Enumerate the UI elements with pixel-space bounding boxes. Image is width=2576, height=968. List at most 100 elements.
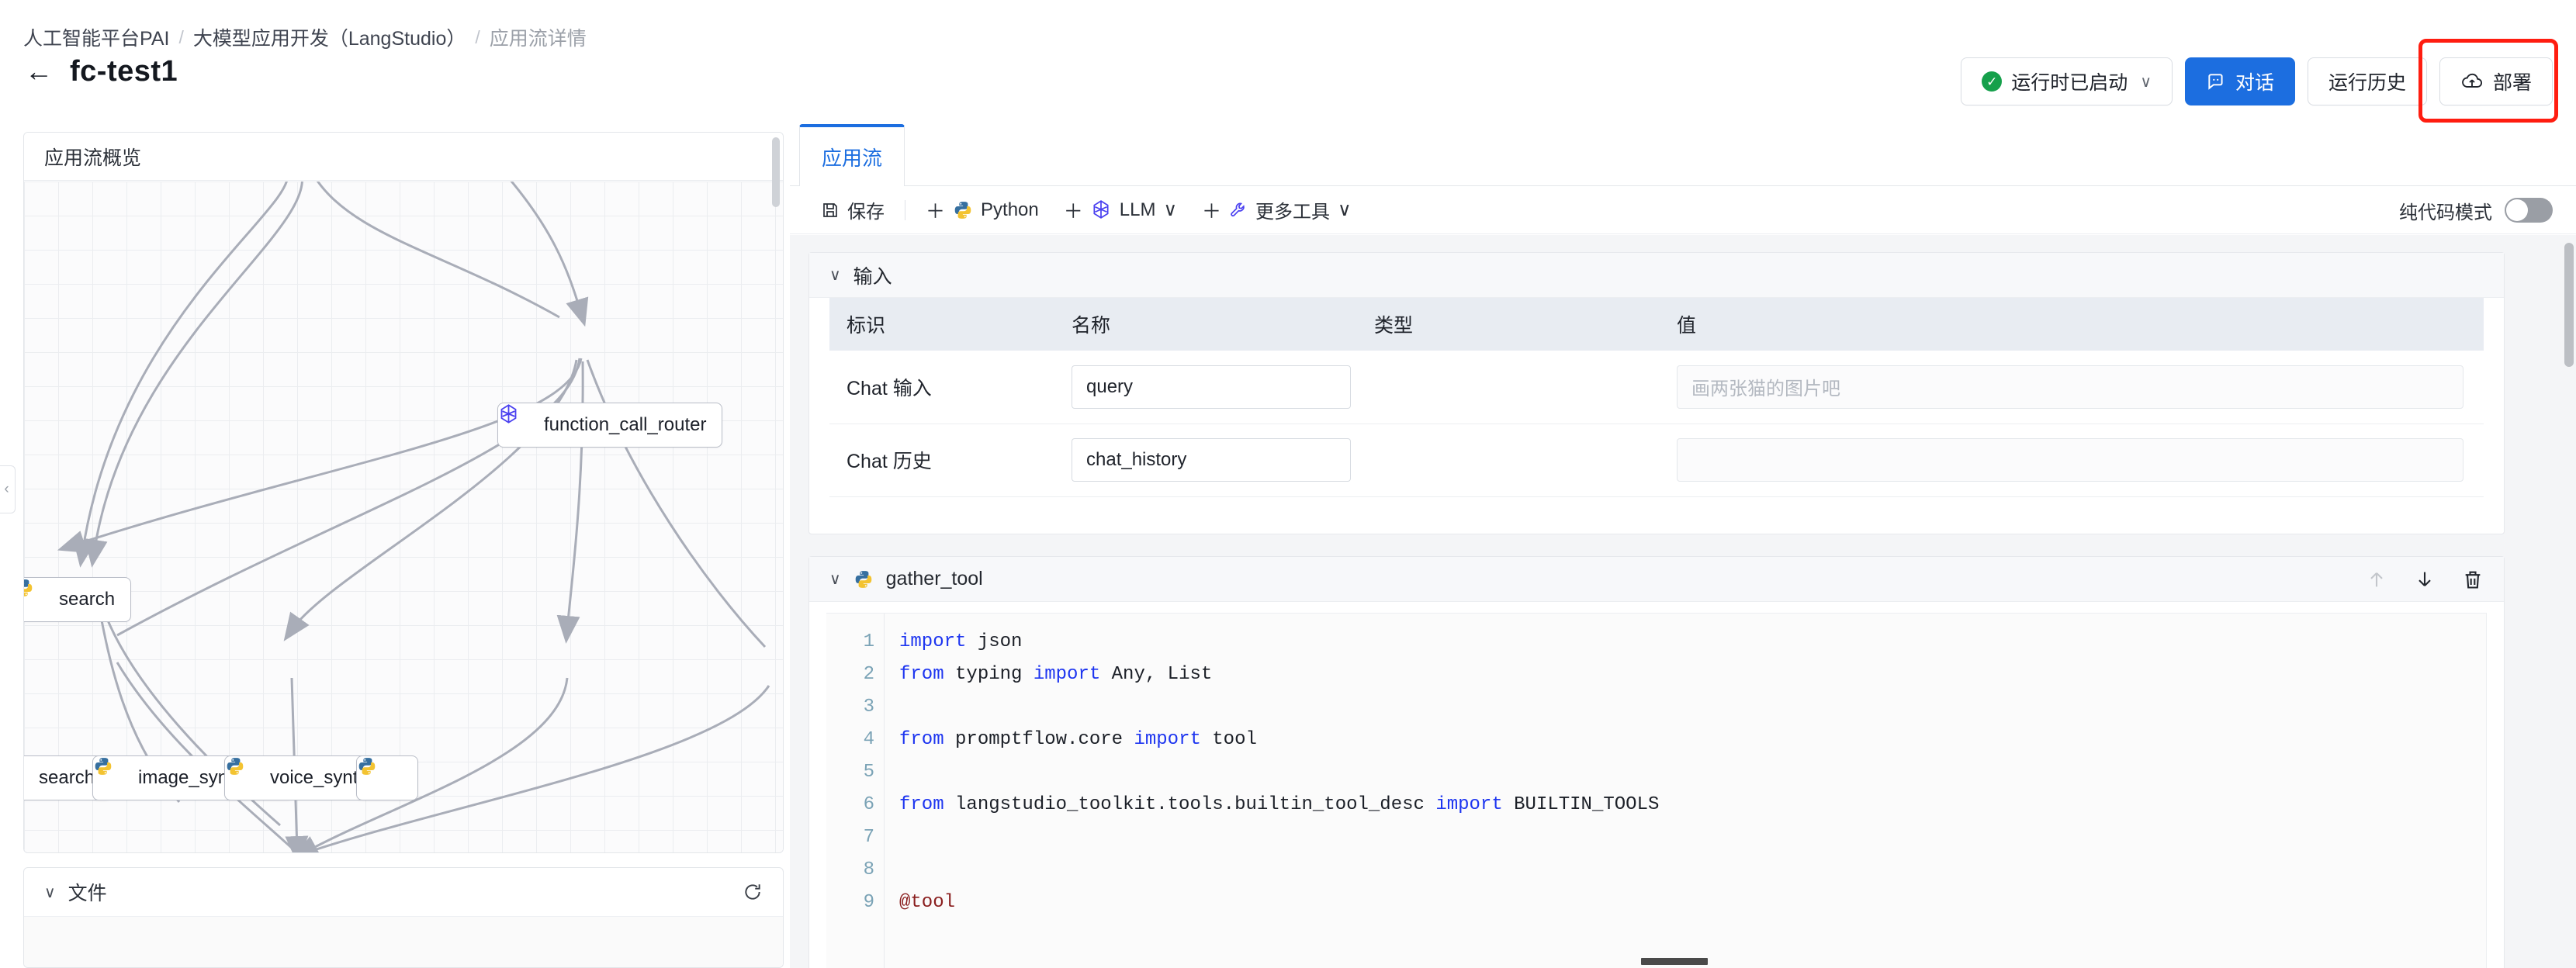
gather-tool-actions (2366, 568, 2484, 591)
toggle-knob (2506, 199, 2528, 221)
add-llm-label: LLM (1119, 199, 1156, 220)
cell-type (1357, 424, 1660, 497)
chevron-down-icon[interactable]: ∨ (44, 883, 56, 902)
cell-flag: Chat 输入 (829, 351, 1054, 424)
chat-button[interactable]: 对话 (2184, 57, 2295, 105)
table-row: Chat 输入 query 画两张猫的图片吧 (829, 351, 2484, 424)
flow-toolbar: 保存 ＋ Python ＋ LLM ∨ ＋ 更多工具 ∨ 纯代码模式 (790, 186, 2576, 234)
input-name-field[interactable]: query (1072, 365, 1351, 409)
flow-canvas[interactable]: function_call_router search search image… (24, 182, 783, 852)
add-more-tools-button[interactable]: ＋ 更多工具 ∨ (1189, 193, 1364, 227)
files-panel-body (24, 916, 783, 967)
chevron-down-icon: ∨ (2140, 73, 2152, 91)
graph-node-label: search (59, 589, 116, 610)
col-header-flag: 标识 (829, 298, 1054, 351)
plus-icon: ＋ (1202, 200, 1222, 223)
files-panel-header[interactable]: ∨ 文件 (24, 868, 783, 916)
right-panel-scrollbar-thumb[interactable] (2564, 243, 2574, 367)
python-icon (953, 200, 973, 220)
refresh-icon[interactable] (743, 882, 763, 902)
gather-tool-title: gather_tool (885, 568, 983, 589)
llm-icon (500, 404, 535, 436)
input-name-value: chat_history (1086, 449, 1187, 470)
code-editor[interactable]: 1 import json 2 from typing import Any, Li… (826, 613, 2487, 968)
input-section-title: 输入 (853, 265, 892, 288)
cell-type (1357, 351, 1660, 424)
main-content: 应用流概览 function_call_router search search… (0, 124, 2576, 968)
runtime-status-button[interactable]: ✓ 运行时已启动 ∨ (1961, 57, 2173, 105)
llm-icon (1091, 199, 1112, 220)
input-section-header[interactable]: ∨ 输入 (809, 253, 2504, 298)
col-header-name: 名称 (1054, 298, 1357, 351)
trash-icon[interactable] (2462, 568, 2484, 591)
breadcrumb-item-2: 应用流详情 (489, 28, 587, 50)
chevron-down-icon: ∨ (1163, 199, 1178, 220)
cell-value: 画两张猫的图片吧 (1660, 351, 2484, 424)
gather-tool-header[interactable]: ∨ gather_tool (809, 557, 2504, 602)
wrench-icon (1229, 201, 1248, 220)
deploy-button[interactable]: 部署 (2439, 57, 2553, 105)
line-number: 7 (863, 827, 874, 848)
chat-button-label: 对话 (2235, 72, 2274, 94)
add-llm-button[interactable]: ＋ LLM ∨ (1051, 193, 1189, 227)
graph-node-search[interactable]: search (24, 577, 132, 622)
check-circle-icon: ✓ (1982, 71, 2003, 92)
deploy-button-wrapper: 部署 (2418, 39, 2558, 123)
deploy-button-label: 部署 (2492, 72, 2532, 94)
chevron-down-icon[interactable]: ∨ (829, 569, 841, 589)
breadcrumb-item-0[interactable]: 人工智能平台PAI (23, 23, 169, 51)
save-icon (821, 201, 840, 220)
right-panel: 应用流 保存 ＋ Python ＋ LLM ∨ ＋ 更多工具 ∨ 纯代码模式 ∨… (790, 124, 2576, 968)
chevron-left-icon[interactable]: ‹ (0, 465, 16, 513)
run-history-label: 运行历史 (2328, 72, 2406, 94)
graph-node-label: function_call_router (544, 414, 707, 435)
code-mode-toggle-group: 纯代码模式 (2399, 186, 2553, 234)
python-icon (358, 758, 393, 788)
code-mode-toggle[interactable] (2505, 198, 2553, 223)
col-header-value: 值 (1660, 298, 2484, 351)
line-number: 2 (863, 664, 874, 685)
flow-panel-scrollbar[interactable] (772, 137, 780, 207)
cell-name: chat_history (1054, 424, 1357, 497)
chat-bubble-icon (2206, 71, 2226, 92)
breadcrumb-separator: / (178, 26, 184, 47)
files-panel-title: 文件 (68, 883, 107, 904)
add-python-button[interactable]: ＋ Python (913, 193, 1051, 227)
chevron-down-icon: ∨ (1338, 199, 1352, 220)
col-header-type: 类型 (1357, 298, 1660, 351)
back-arrow-icon[interactable]: ← (23, 54, 54, 88)
plus-icon: ＋ (1063, 200, 1083, 223)
input-name-field[interactable]: chat_history (1072, 438, 1351, 482)
save-button[interactable]: 保存 (808, 193, 897, 227)
code-content[interactable]: 1 import json 2 from typing import Any, Li… (826, 614, 2486, 919)
chevron-down-icon[interactable]: ∨ (829, 265, 841, 285)
python-icon (95, 758, 129, 788)
line-number: 5 (863, 762, 874, 783)
tab-bar: 应用流 (790, 124, 2576, 186)
input-value-placeholder: 画两张猫的图片吧 (1691, 379, 1840, 400)
python-icon (24, 579, 50, 610)
graph-node-function-call-router[interactable]: function_call_router (497, 403, 723, 448)
arrow-down-icon[interactable] (2414, 568, 2436, 591)
graph-node-clipped-right[interactable] (356, 755, 418, 800)
breadcrumb-item-1[interactable]: 大模型应用开发（LangStudio） (193, 23, 466, 51)
code-horizontal-scrollbar[interactable] (1641, 958, 1708, 965)
input-name-value: query (1086, 375, 1134, 397)
plus-icon: ＋ (926, 200, 946, 223)
run-history-button[interactable]: 运行历史 (2307, 57, 2427, 105)
code-mode-label: 纯代码模式 (2399, 202, 2492, 223)
flow-scroll-area[interactable]: ∨ 输入 标识 名称 类型 值 Chat 输入 query 画两张猫的图片吧 C… (790, 235, 2576, 968)
tab-flow[interactable]: 应用流 (799, 124, 905, 186)
python-icon (853, 569, 874, 589)
input-value-field[interactable] (1677, 438, 2463, 482)
table-header-row: 标识 名称 类型 值 (829, 298, 2484, 351)
tab-flow-label: 应用流 (822, 146, 883, 170)
breadcrumb: 人工智能平台PAI / 大模型应用开发（LangStudio） / 应用流详情 (23, 23, 587, 51)
right-panel-scrollbar-track[interactable] (2564, 235, 2576, 968)
files-panel: ∨ 文件 (23, 867, 784, 968)
flow-overview-panel: 应用流概览 function_call_router search search… (23, 132, 784, 853)
arrow-up-icon[interactable] (2366, 568, 2387, 591)
input-value-field[interactable]: 画两张猫的图片吧 (1677, 365, 2463, 409)
input-table: 标识 名称 类型 值 Chat 输入 query 画两张猫的图片吧 Chat 历… (829, 298, 2484, 497)
line-number: 3 (863, 697, 874, 717)
